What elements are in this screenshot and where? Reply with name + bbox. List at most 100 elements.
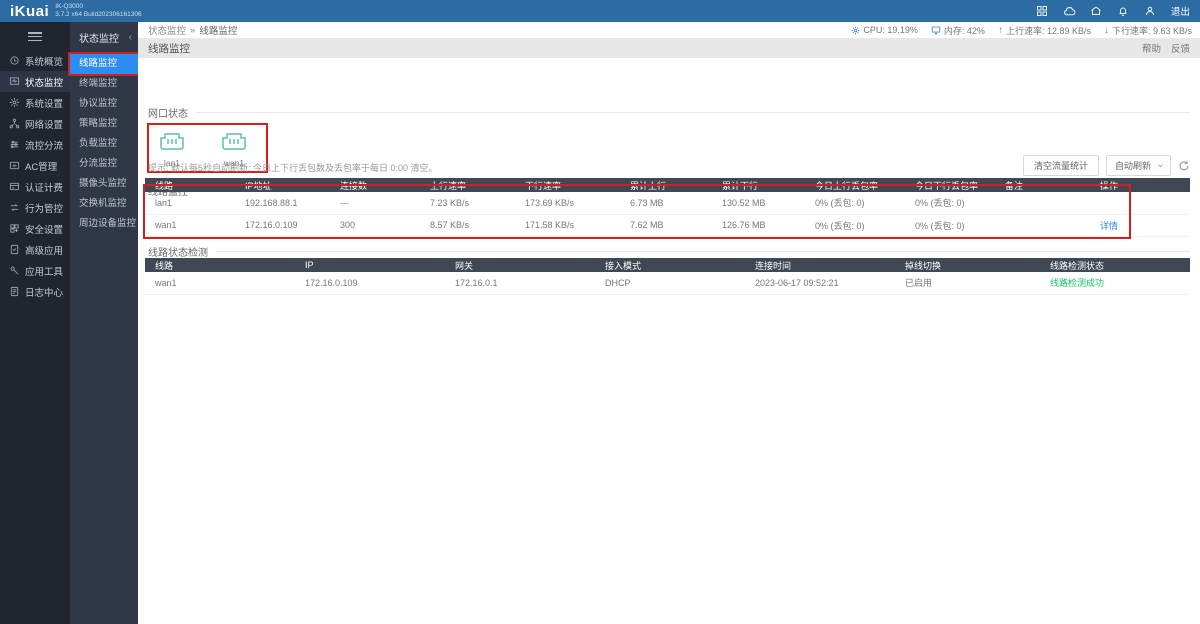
submenu-item-peripheral-monitor[interactable]: 周边设备监控 (70, 214, 138, 234)
nav-item-auth-billing[interactable]: 认证计费 (0, 176, 70, 197)
cell-ip: 172.16.0.109 (295, 272, 445, 294)
secondary-sidebar: 状态监控 ‹ 线路监控 终端监控 协议监控 策略监控 负载监控 分流监控 摄像头… (70, 22, 138, 624)
download-value: 下行速率: 9.63 KB/s (1112, 24, 1192, 37)
col-header: IP (295, 258, 445, 272)
breadcrumb-separator: » (190, 25, 195, 36)
firmware-build: 3.7.2 x64 Build202306161306 (55, 11, 141, 19)
nav-item-label: 高级应用 (25, 243, 63, 257)
cloud-icon[interactable] (1063, 5, 1076, 18)
col-header: 连接时间 (745, 258, 895, 272)
main-content: 状态监控 » 线路监控 CPU: 19.19% 内存: 42% ↑ 上行速率: … (138, 22, 1200, 624)
nav-item-flow-control[interactable]: 流控分流 (0, 134, 70, 155)
panel-body: 网口状态 lan1 wan1 线路监控 提示: 默认每5秒自动刷新; 今日上下行… (138, 58, 1200, 624)
cell-access-mode: DHCP (595, 272, 745, 294)
detect-section-title: 线路状态检测 (148, 244, 1190, 259)
cell-line: wan1 (145, 272, 295, 294)
table-toolbar: 清空流量统计 自动刷新 (1023, 155, 1190, 176)
nav-item-label: 日志中心 (25, 285, 63, 299)
refresh-button[interactable] (1178, 160, 1190, 172)
submenu-item-protocol-monitor[interactable]: 协议监控 (70, 94, 138, 114)
up-arrow-icon: ↑ (998, 25, 1003, 36)
breadcrumb-current: 线路监控 (199, 23, 237, 37)
nav-item-label: AC管理 (25, 159, 57, 173)
page-title: 线路监控 (148, 41, 190, 56)
ethernet-port-icon (155, 128, 189, 156)
download-stat: ↓ 下行速率: 9.63 KB/s (1104, 24, 1192, 37)
nav-item-label: 网络设置 (25, 117, 63, 131)
submenu-item-diversion-monitor[interactable]: 分流监控 (70, 154, 138, 174)
table-row-wan1-detect: wan1 172.16.0.109 172.16.0.1 DHCP 2023-0… (145, 272, 1190, 294)
detect-status-link[interactable]: 线路检测成功 (1050, 278, 1104, 288)
primary-sidebar: 系统概览 状态监控 系统设置 网络设置 流控分流 AC管理 认证计费 行为管控 (0, 22, 70, 624)
nav-item-label: 系统概览 (25, 54, 63, 68)
bell-icon[interactable] (1117, 5, 1130, 18)
ports-section-label: 网口状态 (148, 105, 188, 120)
cell-failover: 已启用 (895, 272, 1040, 294)
help-link[interactable]: 帮助 (1142, 41, 1161, 55)
memory-icon (931, 25, 941, 35)
app-logo: iKuai (10, 3, 49, 20)
clear-traffic-button[interactable]: 清空流量统计 (1023, 155, 1099, 176)
nav-item-label: 应用工具 (25, 264, 63, 278)
col-header: 线路 (145, 258, 295, 272)
nav-item-status-monitor[interactable]: 状态监控 (0, 71, 70, 92)
refresh-icon (1178, 160, 1190, 172)
upload-value: 上行速率: 12.89 KB/s (1006, 24, 1091, 37)
system-stats: CPU: 19.19% 内存: 42% ↑ 上行速率: 12.89 KB/s ↓… (851, 24, 1192, 37)
nav-item-network-settings[interactable]: 网络设置 (0, 113, 70, 134)
apps-icon[interactable] (1036, 5, 1049, 18)
menu-toggle-icon[interactable] (28, 32, 42, 41)
nav-item-advanced-apps[interactable]: 高级应用 (0, 239, 70, 260)
detect-section-label: 线路状态检测 (148, 244, 208, 259)
chevron-down-icon (1157, 162, 1164, 169)
nav-item-ac-management[interactable]: AC管理 (0, 155, 70, 176)
cpu-stat: CPU: 19.19% (851, 25, 918, 35)
nav-item-security-settings[interactable]: 安全设置 (0, 218, 70, 239)
topbar-actions: 退出 (1036, 4, 1190, 18)
upload-stat: ↑ 上行速率: 12.89 KB/s (998, 24, 1091, 37)
refresh-hint: 提示: 默认每5秒自动刷新; 今日上下行丢包数及丢包率于每日 0:00 清空。 (148, 161, 438, 174)
line-detect-table: 线路 IP 网关 接入模式 连接时间 掉线切换 线路检测状态 wan1 172.… (145, 258, 1190, 295)
nav-item-label: 安全设置 (25, 222, 63, 236)
memory-stat: 内存: 42% (931, 24, 985, 37)
submenu-item-terminal-monitor[interactable]: 终端监控 (70, 74, 138, 94)
user-icon[interactable] (1144, 5, 1157, 18)
submenu-title: 状态监控 (79, 30, 119, 45)
refresh-mode-value: 自动刷新 (1115, 159, 1151, 172)
memory-value: 内存: 42% (944, 24, 985, 37)
nav-item-overview[interactable]: 系统概览 (0, 50, 70, 71)
logout-button[interactable]: 退出 (1171, 4, 1190, 18)
app-window: iKuai IK-Q3000 3.7.2 x64 Build2023061613… (0, 0, 1200, 624)
nav-item-system-settings[interactable]: 系统设置 (0, 92, 70, 113)
collapse-icon[interactable]: ‹ (129, 32, 132, 43)
cell-gateway: 172.16.0.1 (445, 272, 595, 294)
nav-item-label: 认证计费 (25, 180, 63, 194)
submenu-item-switch-monitor[interactable]: 交换机监控 (70, 194, 138, 214)
nav-item-label: 行为管控 (25, 201, 63, 215)
down-arrow-icon: ↓ (1104, 25, 1109, 36)
refresh-mode-select[interactable]: 自动刷新 (1106, 155, 1171, 176)
submenu-header: 状态监控 ‹ (70, 22, 138, 54)
submenu-item-policy-monitor[interactable]: 策略监控 (70, 114, 138, 134)
nav-item-label: 流控分流 (25, 138, 63, 152)
submenu-item-camera-monitor[interactable]: 摄像头监控 (70, 174, 138, 194)
annotation-box-table (143, 184, 1131, 239)
device-info: IK-Q3000 3.7.2 x64 Build202306161306 (55, 3, 141, 19)
ports-section-title: 网口状态 (148, 105, 1190, 120)
submenu-item-load-monitor[interactable]: 负载监控 (70, 134, 138, 154)
cell-connect-time: 2023-06-17 09:52:21 (745, 272, 895, 294)
nav-item-behavior-control[interactable]: 行为管控 (0, 197, 70, 218)
feedback-link[interactable]: 反馈 (1171, 41, 1190, 55)
nav-item-label: 状态监控 (25, 75, 63, 89)
cpu-icon (851, 26, 860, 35)
nav-item-log-center[interactable]: 日志中心 (0, 281, 70, 302)
col-header: 网关 (445, 258, 595, 272)
breadcrumb: 状态监控 » 线路监控 (148, 23, 237, 37)
col-header: 接入模式 (595, 258, 745, 272)
submenu-item-line-monitor[interactable]: 线路监控 (70, 54, 138, 74)
breadcrumb-parent[interactable]: 状态监控 (148, 23, 186, 37)
cpu-value: CPU: 19.19% (863, 25, 918, 35)
nav-item-app-tools[interactable]: 应用工具 (0, 260, 70, 281)
home-icon[interactable] (1090, 5, 1103, 18)
col-header: 掉线切换 (895, 258, 1040, 272)
